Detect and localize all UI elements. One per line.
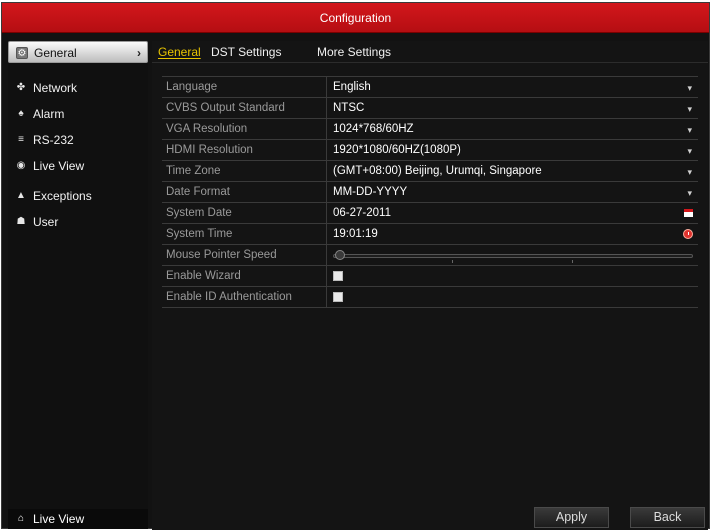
- timezone-value: (GMT+08:00) Beijing, Urumqi, Singapore: [333, 165, 542, 177]
- vga-value: 1024*768/60HZ: [333, 123, 414, 135]
- gear-icon: ⚙: [16, 47, 28, 59]
- tab-general[interactable]: General: [158, 43, 201, 61]
- system-date-field[interactable]: 06-27-2011: [328, 203, 698, 223]
- chevron-down-icon: ▾: [687, 188, 692, 198]
- date-format-select[interactable]: MM-DD-YYYY ▾: [328, 182, 698, 202]
- chevron-down-icon: ▾: [687, 125, 692, 135]
- row-hdmi: HDMI Resolution 1920*1080/60HZ(1080P) ▾: [162, 140, 698, 161]
- tab-bar: General DST Settings More Settings: [152, 41, 708, 63]
- rs232-icon: ≡: [18, 134, 24, 145]
- mouse-speed-label: Mouse Pointer Speed: [162, 245, 327, 265]
- warning-icon: ▲: [16, 190, 26, 201]
- sidebar-item-label: RS-232: [33, 133, 74, 147]
- sidebar-item-label: User: [33, 215, 59, 229]
- chevron-down-icon: ▾: [687, 104, 692, 114]
- mouse-speed-slider[interactable]: [333, 254, 693, 258]
- language-label: Language: [162, 77, 327, 97]
- calendar-icon[interactable]: [684, 209, 693, 217]
- row-date-format: Date Format MM-DD-YYYY ▾: [162, 182, 698, 203]
- slider-tick: [572, 260, 573, 263]
- back-button[interactable]: Back: [630, 507, 705, 528]
- language-select[interactable]: English ▾: [328, 77, 698, 97]
- clock-icon[interactable]: [683, 229, 693, 239]
- date-format-value: MM-DD-YYYY: [333, 186, 408, 198]
- sidebar: ⚙ General › ✤ Network ♠ Alarm ≡ RS-232 ◉…: [8, 41, 148, 526]
- alarm-icon: ♠: [18, 108, 24, 119]
- hdmi-label: HDMI Resolution: [162, 140, 327, 160]
- home-icon: ⌂: [17, 513, 25, 524]
- cvbs-value: NTSC: [333, 102, 365, 114]
- row-vga: VGA Resolution 1024*768/60HZ ▾: [162, 119, 698, 140]
- chevron-down-icon: ▾: [687, 83, 692, 93]
- settings-table: Language English ▾ CVBS Output Standard …: [162, 76, 698, 308]
- hdmi-select[interactable]: 1920*1080/60HZ(1080P) ▾: [328, 140, 698, 160]
- row-enable-id-auth: Enable ID Authentication: [162, 287, 698, 308]
- chevron-down-icon: ▾: [687, 146, 692, 156]
- vga-select[interactable]: 1024*768/60HZ ▾: [328, 119, 698, 139]
- window-title: Configuration: [2, 3, 709, 33]
- apply-button[interactable]: Apply: [534, 507, 609, 528]
- enable-wizard-checkbox[interactable]: [333, 271, 343, 281]
- hdmi-value: 1920*1080/60HZ(1080P): [333, 144, 461, 156]
- main-panel: General DST Settings More Settings Langu…: [152, 41, 708, 530]
- timezone-select[interactable]: (GMT+08:00) Beijing, Urumqi, Singapore ▾: [328, 161, 698, 181]
- tab-more-settings[interactable]: More Settings: [317, 43, 391, 61]
- chevron-down-icon: ▾: [687, 167, 692, 177]
- cvbs-label: CVBS Output Standard: [162, 98, 327, 118]
- system-date-value: 06-27-2011: [333, 207, 391, 219]
- date-format-label: Date Format: [162, 182, 327, 202]
- row-timezone: Time Zone (GMT+08:00) Beijing, Urumqi, S…: [162, 161, 698, 182]
- row-system-time: System Time 19:01:19: [162, 224, 698, 245]
- row-cvbs: CVBS Output Standard NTSC ▾: [162, 98, 698, 119]
- system-time-label: System Time: [162, 224, 327, 244]
- live-view-label: Live View: [33, 512, 85, 526]
- system-date-label: System Date: [162, 203, 327, 223]
- sidebar-item-alarm[interactable]: ♠ Alarm: [8, 103, 148, 125]
- language-value: English: [333, 81, 371, 93]
- vga-label: VGA Resolution: [162, 119, 327, 139]
- user-icon: ☗: [16, 216, 26, 227]
- tab-dst-settings[interactable]: DST Settings: [211, 43, 281, 61]
- row-mouse-speed: Mouse Pointer Speed: [162, 245, 698, 266]
- row-enable-wizard: Enable Wizard: [162, 266, 698, 287]
- live-view-button[interactable]: ⌂ Live View: [8, 509, 148, 529]
- sidebar-item-live-view[interactable]: ◉ Live View: [8, 155, 148, 177]
- cvbs-select[interactable]: NTSC ▾: [328, 98, 698, 118]
- network-icon: ✤: [16, 82, 26, 93]
- sidebar-item-label: Exceptions: [33, 189, 92, 203]
- sidebar-item-network[interactable]: ✤ Network: [8, 77, 148, 99]
- sidebar-item-label: Live View: [33, 159, 85, 173]
- system-time-field[interactable]: 19:01:19: [328, 224, 698, 244]
- sidebar-item-label: General: [34, 46, 77, 60]
- chevron-right-icon: ›: [137, 46, 141, 60]
- sidebar-item-general[interactable]: ⚙ General ›: [8, 41, 148, 63]
- slider-tick: [452, 260, 453, 263]
- enable-id-auth-checkbox[interactable]: [333, 292, 343, 302]
- configuration-window: Configuration ⚙ General › ✤ Network ♠ Al…: [1, 2, 710, 530]
- sidebar-item-user[interactable]: ☗ User: [8, 211, 148, 233]
- slider-handle[interactable]: [335, 250, 345, 260]
- sidebar-item-label: Network: [33, 81, 78, 95]
- eye-icon: ◉: [16, 160, 26, 171]
- timezone-label: Time Zone: [162, 161, 327, 181]
- sidebar-item-rs232[interactable]: ≡ RS-232: [8, 129, 148, 151]
- enable-wizard-label: Enable Wizard: [162, 266, 327, 286]
- row-system-date: System Date 06-27-2011: [162, 203, 698, 224]
- system-time-value: 19:01:19: [333, 228, 378, 240]
- sidebar-item-label: Alarm: [33, 107, 65, 121]
- enable-id-auth-label: Enable ID Authentication: [162, 287, 327, 307]
- row-language: Language English ▾: [162, 77, 698, 98]
- sidebar-item-exceptions[interactable]: ▲ Exceptions: [8, 185, 148, 207]
